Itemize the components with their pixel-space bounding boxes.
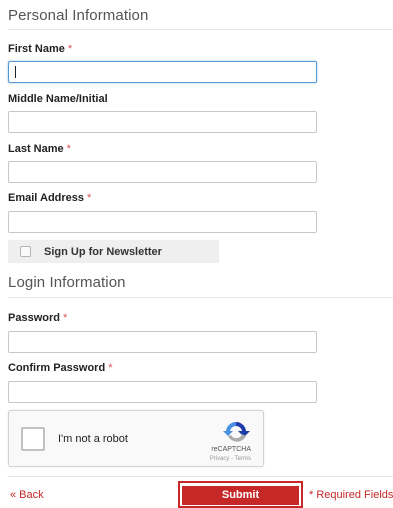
confirm-password-label: Confirm Password * [8,362,112,374]
recaptcha-label: I'm not a robot [58,433,128,445]
middle-name-label: Middle Name/Initial [8,93,108,105]
last-name-label-text: Last Name [8,143,64,155]
newsletter-checkbox[interactable] [20,246,31,257]
newsletter-label: Sign Up for Newsletter [44,245,162,258]
login-information-heading: Login Information [8,274,126,291]
email-label: Email Address * [8,192,91,204]
text-caret [15,66,16,78]
recaptcha-logo-icon [223,421,250,442]
login-section-divider [8,297,393,298]
password-label: Password * [8,312,67,324]
password-input[interactable] [8,331,317,353]
required-asterisk: * [66,143,71,155]
footer-divider [8,476,393,477]
recaptcha-widget: I'm not a robot reCAPTCHA Privacy - Term… [8,410,264,467]
back-link[interactable]: « Back [10,489,44,501]
last-name-label: Last Name * [8,143,71,155]
personal-section-divider [8,29,393,30]
middle-name-input[interactable] [8,111,317,133]
required-asterisk: * [108,362,113,374]
required-asterisk: * [87,192,92,204]
submit-button[interactable]: Submit [182,485,299,505]
confirm-password-input[interactable] [8,381,317,403]
first-name-input[interactable] [8,61,317,83]
recaptcha-brand: reCAPTCHA [211,446,251,453]
email-label-text: Email Address [8,192,85,204]
first-name-label-text: First Name [8,43,65,55]
personal-information-heading: Personal Information [8,7,149,24]
email-input[interactable] [8,211,317,233]
newsletter-option[interactable]: Sign Up for Newsletter [8,240,219,263]
first-name-label: First Name * [8,43,72,55]
recaptcha-terms-link[interactable]: Privacy - Terms [9,456,263,462]
required-fields-note: * Required Fields [309,489,393,501]
submit-button-frame: Submit [178,481,303,508]
required-asterisk: * [62,312,68,324]
confirm-password-label-text: Confirm Password [8,362,106,374]
last-name-input[interactable] [8,161,317,183]
required-asterisk: * [67,43,73,55]
password-label-text: Password [8,312,60,324]
middle-name-label-text: Middle Name/Initial [8,93,108,105]
